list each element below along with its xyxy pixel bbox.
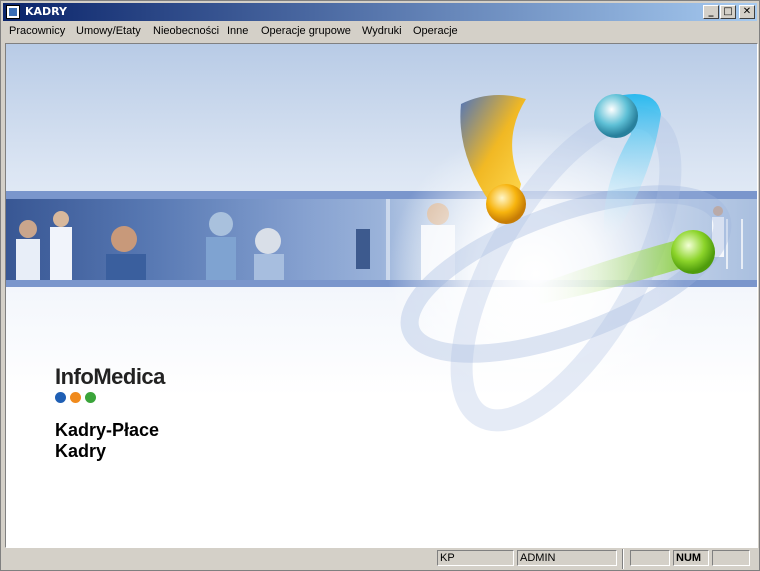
menu-umowy-etaty[interactable]: Umowy/Etaty: [76, 25, 141, 37]
status-bar: KP ADMIN NUM: [3, 549, 757, 569]
app-icon[interactable]: [6, 5, 20, 19]
menu-bar: Pracownicy Umowy/Etaty Nieobecności Inne…: [3, 22, 757, 42]
status-separator: [622, 549, 624, 569]
infomedica-logo: InfoMedica: [55, 364, 165, 403]
menu-operacje-grupowe[interactable]: Operacje grupowe: [261, 25, 351, 37]
logo-text: InfoMedica: [55, 364, 165, 389]
status-panel-module: KP: [437, 550, 514, 566]
title-bar[interactable]: KADRY _ □ ✕: [3, 3, 757, 21]
logo-dots: [55, 392, 165, 403]
logo-dot-green: [85, 392, 96, 403]
menu-inne[interactable]: Inne: [227, 25, 248, 37]
menu-pracownicy[interactable]: Pracownicy: [9, 25, 65, 37]
status-panel-scroll: [712, 550, 750, 566]
swirl-graphic: [400, 94, 732, 432]
menu-operacje[interactable]: Operacje: [413, 25, 458, 37]
menu-nieobecnosci[interactable]: Nieobecności: [153, 25, 219, 37]
window-title: KADRY: [25, 5, 68, 18]
product-name: Kadry-Płace Kadry: [55, 420, 159, 462]
logo-dot-blue: [55, 392, 66, 403]
status-panel-num: NUM: [673, 550, 709, 566]
minimize-button[interactable]: _: [703, 5, 719, 19]
app-window: KADRY _ □ ✕ Pracownicy Umowy/Etaty Nieob…: [0, 0, 760, 571]
close-button[interactable]: ✕: [739, 5, 755, 19]
maximize-button[interactable]: □: [720, 5, 736, 19]
product-line-1: Kadry-Płace: [55, 420, 160, 440]
menu-wydruki[interactable]: Wydruki: [362, 25, 402, 37]
status-panel-caps: [630, 550, 670, 566]
splash-area: InfoMedica Kadry-Płace Kadry: [5, 43, 758, 548]
logo-dot-orange: [70, 392, 81, 403]
status-panel-user: ADMIN: [517, 550, 617, 566]
product-line-2: Kadry: [55, 441, 107, 461]
